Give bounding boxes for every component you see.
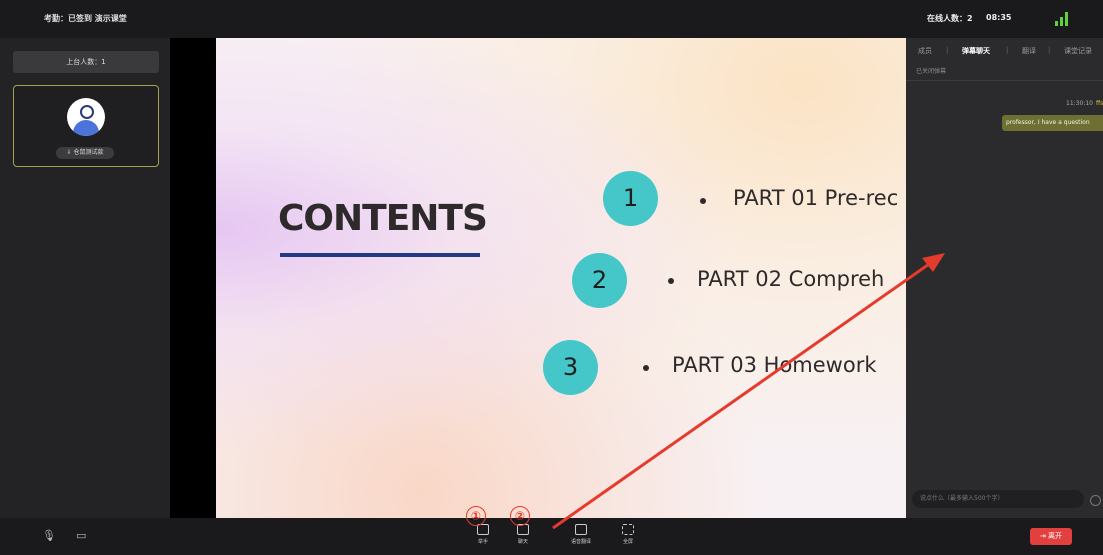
fullscreen-button[interactable]: 全屏 [613,523,643,551]
title-underline [280,253,480,257]
tab-danmaku-chat[interactable]: 弹幕聊天 [962,46,990,56]
tab-translate[interactable]: 翻译 [1022,46,1036,56]
chat-message: professor, I have a question [1002,115,1103,131]
chat-button[interactable]: 聊天 [508,523,538,551]
chat-panel: 成员 | 弹幕聊天 | 翻译 | 课堂记录 已关闭弹幕 11:30:10 ffs… [906,38,1103,518]
tab-separator: | [946,46,949,54]
message-sender: ffsf [1096,100,1103,107]
slide-title: CONTENTS [278,198,488,239]
item-number-circle: 1 [603,171,658,226]
chat-input[interactable]: 说点什么（最多输入500个字） [912,490,1084,508]
item-number-circle: 3 [543,340,598,395]
divider [906,80,1103,81]
signal-strength-icon [1055,12,1071,26]
bullet-dot [643,365,649,371]
item-number-circle: 2 [572,253,627,308]
online-count: 在线人数：2 [927,14,973,23]
clock: 08:35 [986,13,1012,22]
avatar [67,98,105,136]
bullet-dot [700,198,706,204]
tool-label: 举手 [477,539,488,545]
fullscreen-icon [622,524,634,535]
voice-translate-button[interactable]: 语音翻译 [566,523,596,551]
slide-letterbox [170,38,216,518]
tab-separator: | [1006,46,1009,54]
tab-class-record[interactable]: 课堂记录 [1064,46,1092,56]
contents-item: PART 02 Compreh [697,267,885,291]
tool-label: 聊天 [517,539,528,545]
bottom-toolbar: 🎙 ▭ 举手 聊天 语音翻译 全屏 ⇥ 离开 [0,518,1103,555]
chat-tabs: 成员 | 弹幕聊天 | 翻译 | 课堂记录 [906,38,1103,60]
bullet-dot [668,278,674,284]
presentation-slide: CONTENTS 1 PART 01 Pre-rec 2 PART 02 Com… [216,38,906,518]
danmaku-status: 已关闭弹幕 [916,68,947,75]
avatar-body-icon [73,120,99,136]
stage-count-label: 上台人数：1 [13,51,159,73]
avatar-head-icon [80,105,94,119]
emoji-icon[interactable] [1090,495,1101,506]
voice-translate-icon [575,524,587,535]
participant-name-tag: ⇩ 仓鼠测试款 [56,147,114,159]
mic-off-icon[interactable]: 🎙 [42,529,56,542]
contents-item: PART 01 Pre-rec [733,186,899,210]
tool-label: 全屏 [622,539,633,545]
raise-hand-button[interactable]: 举手 [468,523,498,551]
annotation-marker-2: ② [510,506,530,526]
tab-members[interactable]: 成员 [918,46,932,56]
attendance-status: 考勤：已签到 演示课堂 [44,14,127,23]
tab-separator: | [1048,46,1051,54]
top-bar: 考勤：已签到 演示课堂 在线人数：2 08:35 [0,0,1103,38]
annotation-marker-1: ① [466,506,486,526]
participant-tile[interactable]: ⇩ 仓鼠测试款 [13,85,159,167]
exit-button[interactable]: ⇥ 离开 [1030,528,1072,545]
contents-item: PART 03 Homework [672,353,877,377]
raise-hand-icon [477,524,489,535]
participants-panel: 上台人数：1 ⇩ 仓鼠测试款 [0,38,170,518]
camera-off-icon[interactable]: ▭ [76,529,86,542]
message-time: 11:30:10 [1066,100,1093,107]
tool-label: 语音翻译 [570,539,591,545]
